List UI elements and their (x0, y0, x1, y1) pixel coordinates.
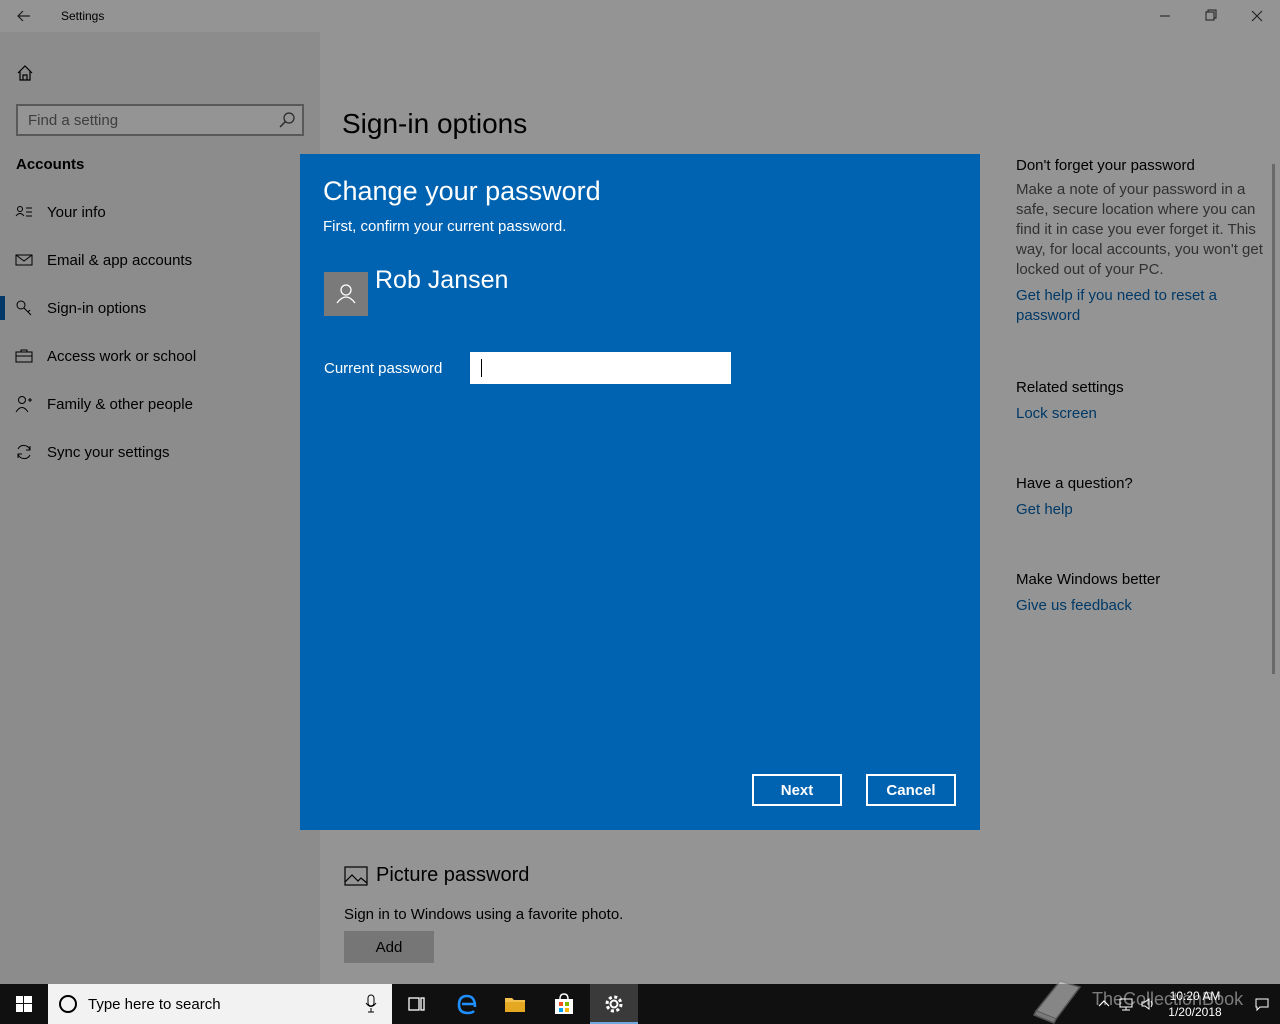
current-password-input[interactable] (470, 352, 731, 384)
store-icon (555, 993, 573, 1014)
taskbar-search-box[interactable]: Type here to search (48, 984, 392, 1024)
avatar (324, 272, 368, 316)
edge-button[interactable] (443, 984, 491, 1024)
dialog-title: Change your password (323, 176, 601, 206)
task-view-button[interactable] (392, 984, 440, 1024)
current-password-label: Current password (324, 360, 443, 377)
microphone-icon[interactable] (364, 994, 378, 1014)
text-caret (481, 359, 482, 377)
cortana-icon (59, 995, 77, 1013)
gear-icon (605, 995, 623, 1013)
settings-app-button[interactable] (590, 984, 638, 1024)
start-button[interactable] (0, 984, 48, 1024)
store-button[interactable] (540, 984, 588, 1024)
user-name: Rob Jansen (375, 266, 509, 294)
edge-icon (457, 994, 477, 1015)
user-icon (336, 284, 356, 304)
book-logo-icon (1032, 980, 1082, 1024)
task-view-icon (408, 997, 425, 1011)
file-explorer-button[interactable] (491, 984, 539, 1024)
watermark: TheCollectionBook (1030, 975, 1280, 1024)
change-password-dialog: Change your password First, confirm your… (300, 154, 980, 830)
folder-icon (505, 998, 525, 1012)
dialog-subtitle: First, confirm your current password. (323, 218, 567, 235)
watermark-text: TheCollectionBook (1092, 989, 1244, 1009)
next-button[interactable]: Next (752, 774, 842, 806)
taskbar-search-placeholder: Type here to search (88, 996, 221, 1013)
cancel-button[interactable]: Cancel (866, 774, 956, 806)
windows-logo-icon (16, 996, 32, 1012)
